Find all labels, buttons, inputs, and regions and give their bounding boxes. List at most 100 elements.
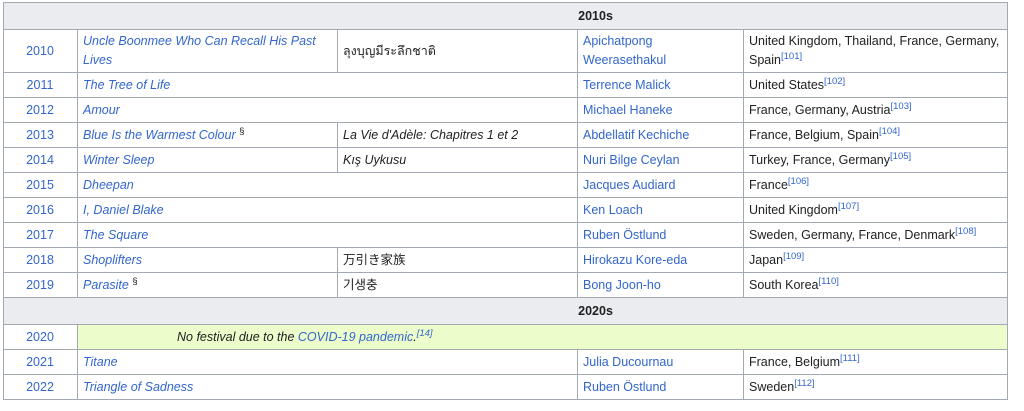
reference-link[interactable]: [111] <box>840 352 860 363</box>
film-link[interactable]: Amour <box>83 103 120 117</box>
film-link[interactable]: Triangle of Sadness <box>83 380 193 394</box>
decade-label: 2010s <box>2 2 1009 30</box>
table-row: 2021 Titane Julia Ducournau France, Belg… <box>3 349 1009 375</box>
director-cell: Ruben Östlund <box>577 222 744 248</box>
year-cell: 2017 <box>3 222 78 248</box>
reference-link[interactable]: [103] <box>891 100 912 111</box>
country-cell: United Kingdom, Thailand, France, German… <box>742 29 1009 73</box>
decade-header-2010s: 2010s <box>2 2 1009 30</box>
director-cell: Julia Ducournau <box>577 349 744 375</box>
film-link[interactable]: The Tree of Life <box>83 78 170 92</box>
reference-link[interactable]: [109] <box>783 250 804 261</box>
country-cell: United States[102] <box>742 72 1009 98</box>
country-cell: France, Germany, Austria[103] <box>742 97 1009 123</box>
director-cell: Jacques Audiard <box>577 172 744 198</box>
film-link[interactable]: Dheepan <box>83 178 134 192</box>
country-cell: South Korea[110] <box>742 272 1009 298</box>
director-link[interactable]: Apichatpong Weerasethakul <box>583 34 666 67</box>
country-text: France <box>749 177 788 192</box>
original-title-cell: 기생충 <box>337 272 578 298</box>
film-cell: The Square <box>77 222 578 248</box>
film-link[interactable]: Parasite <box>83 278 129 292</box>
table-row: 2019 Parasite § 기생충 Bong Joon-ho South K… <box>3 272 1009 298</box>
year-cell: 2016 <box>3 197 78 223</box>
film-cell: Shoplifters <box>77 247 338 273</box>
film-cell: The Tree of Life <box>77 72 578 98</box>
film-link[interactable]: Blue Is the Warmest Colour <box>83 128 236 142</box>
film-cell: Winter Sleep <box>77 147 338 173</box>
director-cell: Bong Joon-ho <box>577 272 744 298</box>
year-cell: 2018 <box>3 247 78 273</box>
table-row: 2012 Amour Michael Haneke France, German… <box>3 97 1009 123</box>
country-cell: United Kingdom[107] <box>742 197 1009 223</box>
table-row: 2018 Shoplifters 万引き家族 Hirokazu Kore-eda… <box>3 247 1009 273</box>
country-cell: France[106] <box>742 172 1009 198</box>
original-title-cell: La Vie d'Adèle: Chapitres 1 et 2 <box>337 122 578 148</box>
director-cell: Hirokazu Kore-eda <box>577 247 744 273</box>
country-cell: Sweden[112] <box>742 374 1009 400</box>
section-mark: § <box>132 275 138 287</box>
reference-link[interactable]: [106] <box>788 175 809 186</box>
year-cell: 2021 <box>3 349 78 375</box>
original-title-cell: Kış Uykusu <box>337 147 578 173</box>
director-link[interactable]: Ruben Östlund <box>583 380 666 394</box>
film-link[interactable]: Uncle Boonmee Who Can Recall His Past Li… <box>83 34 316 67</box>
decade-label: 2020s <box>2 297 1009 325</box>
director-cell: Ken Loach <box>577 197 744 223</box>
country-text: Japan <box>749 252 784 267</box>
director-link[interactable]: Bong Joon-ho <box>583 278 661 292</box>
country-text: South Korea <box>749 277 819 292</box>
country-text: France, Belgium <box>749 354 841 369</box>
film-link[interactable]: I, Daniel Blake <box>83 203 164 217</box>
decade-header-2020s: 2020s <box>2 297 1009 325</box>
reference-link[interactable]: [14] <box>417 327 433 338</box>
year-cell: 2022 <box>3 374 78 400</box>
reference-link[interactable]: [112] <box>794 377 814 388</box>
film-link[interactable]: Shoplifters <box>83 253 142 267</box>
director-link[interactable]: Terrence Malick <box>583 78 671 92</box>
film-cell: Dheepan <box>77 172 578 198</box>
section-mark: § <box>239 125 245 137</box>
original-title-cell: 万引き家族 <box>337 247 578 273</box>
film-cell: Titane <box>77 349 578 375</box>
reference-link[interactable]: [102] <box>824 75 845 86</box>
country-cell: France, Belgium[111] <box>742 349 1009 375</box>
country-cell: Turkey, France, Germany[105] <box>742 147 1009 173</box>
director-link[interactable]: Ken Loach <box>583 203 643 217</box>
reference-link[interactable]: [108] <box>955 225 976 236</box>
director-link[interactable]: Nuri Bilge Ceylan <box>583 153 680 167</box>
film-cell: Amour <box>77 97 578 123</box>
table-row: 2010 Uncle Boonmee Who Can Recall His Pa… <box>3 29 1009 73</box>
reference-link[interactable]: [105] <box>890 150 911 161</box>
year-cell: 2011 <box>3 72 78 98</box>
director-link[interactable]: Michael Haneke <box>583 103 673 117</box>
director-link[interactable]: Ruben Östlund <box>583 228 666 242</box>
reference-link[interactable]: [101] <box>781 51 802 62</box>
reference-link[interactable]: [107] <box>838 200 859 211</box>
table-row: 2011 The Tree of Life Terrence Malick Un… <box>3 72 1009 98</box>
director-cell: Nuri Bilge Ceylan <box>577 147 744 173</box>
film-link[interactable]: The Square <box>83 228 148 242</box>
covid-pandemic-link[interactable]: COVID-19 pandemic <box>298 330 413 344</box>
director-link[interactable]: Julia Ducournau <box>583 355 673 369</box>
year-cell: 2020 <box>3 324 78 350</box>
country-text: United States <box>749 77 825 92</box>
director-cell: Ruben Östlund <box>577 374 744 400</box>
table-row: 2017 The Square Ruben Östlund Sweden, Ge… <box>3 222 1009 248</box>
reference-link[interactable]: [110] <box>819 275 839 286</box>
film-link[interactable]: Titane <box>83 355 118 369</box>
table-row-no-festival: 2020 No festival due to the COVID-19 pan… <box>3 324 1009 350</box>
director-link[interactable]: Hirokazu Kore-eda <box>583 253 687 267</box>
country-text: United Kingdom <box>749 202 838 217</box>
film-cell: Blue Is the Warmest Colour § <box>77 122 338 148</box>
original-title-cell: ลุงบุญมีระลึกชาติ <box>337 29 578 73</box>
country-text: Sweden <box>749 379 795 394</box>
reference-link[interactable]: [104] <box>879 125 900 136</box>
director-cell: Abdellatif Kechiche <box>577 122 744 148</box>
director-link[interactable]: Jacques Audiard <box>583 178 675 192</box>
year-cell: 2012 <box>3 97 78 123</box>
table-row: 2013 Blue Is the Warmest Colour § La Vie… <box>3 122 1009 148</box>
year-cell: 2014 <box>3 147 78 173</box>
film-link[interactable]: Winter Sleep <box>83 153 154 167</box>
director-link[interactable]: Abdellatif Kechiche <box>583 128 689 142</box>
